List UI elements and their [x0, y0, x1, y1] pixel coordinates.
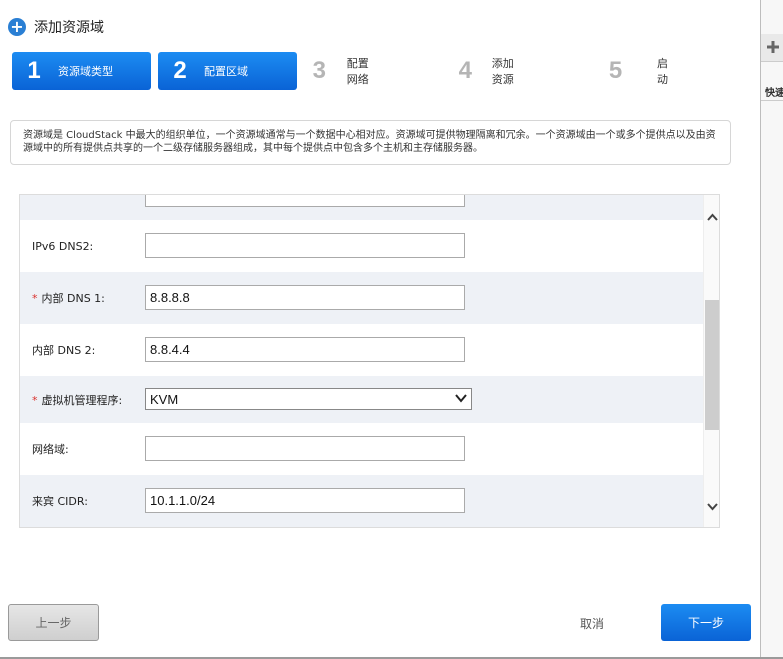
plus-circle-icon: + [8, 18, 26, 36]
step-label: 资源域类型 [58, 65, 113, 78]
ipv6-dns2-input[interactable] [145, 233, 465, 258]
form-row-internal-dns2: 内部 DNS 2: 8.8.4.4 [20, 324, 703, 376]
next-button[interactable]: 下一步 [661, 604, 751, 641]
internal-dns2-input[interactable]: 8.8.4.4 [145, 337, 465, 362]
add-zone-dialog: + 添加资源域 1 资源域类型 2 配置区域 3 配置网络 4 添加资源 5 启… [0, 0, 760, 659]
chevron-down-icon[interactable] [706, 500, 719, 513]
form-row-hypervisor: * 虚拟机管理程序: KVM [20, 376, 703, 423]
zone-description: 资源域是 CloudStack 中最大的组织单位，一个资源域通常与一个数据中心相… [10, 120, 731, 165]
form-row-network-domain: 网络域: [20, 423, 703, 475]
hypervisor-select[interactable]: KVM [145, 388, 472, 410]
hypervisor-label: * 虚拟机管理程序: [32, 393, 123, 407]
guest-cidr-input[interactable]: 10.1.1.0/24 [145, 488, 465, 513]
step-number: 1 [27, 57, 41, 84]
step-label: 配置网络 [346, 57, 369, 86]
internal-dns1-label: * 内部 DNS 1: [32, 292, 105, 305]
step-setup-zone[interactable]: 2 配置区域 [158, 52, 297, 90]
chevron-down-icon [455, 394, 467, 403]
dialog-title: 添加资源域 [34, 20, 104, 36]
step-add-resources: 4 添加资源 [454, 52, 518, 90]
background-side-panel: 快速 [760, 0, 783, 659]
zone-form-panel: IPv6 DNS2: * 内部 DNS 1: 8.8.8.8 内部 DNS 2: … [19, 194, 720, 528]
internal-dns1-input[interactable]: 8.8.8.8 [145, 285, 465, 310]
step-number: 3 [312, 57, 327, 84]
network-domain-input[interactable] [145, 436, 465, 461]
side-panel-label: 快速 [765, 88, 783, 99]
step-label: 添加资源 [491, 57, 514, 86]
step-launch: 5 启动 [600, 52, 675, 90]
partial-input-field[interactable] [145, 195, 465, 207]
form-row-internal-dns1: * 内部 DNS 1: 8.8.8.8 [20, 272, 703, 324]
form-scrollbar[interactable] [703, 195, 719, 527]
internal-dns2-label: 内部 DNS 2: [32, 344, 96, 357]
step-label: 配置区域 [204, 65, 248, 78]
previous-button[interactable]: 上一步 [8, 604, 99, 641]
required-mark: * [32, 393, 38, 407]
form-row-partial [20, 195, 703, 220]
step-setup-network: 3 配置网络 [308, 52, 373, 90]
dialog-titlebar: + 添加资源域 [8, 16, 104, 38]
step-number: 5 [608, 57, 623, 84]
side-panel-divider [761, 100, 783, 101]
network-domain-label: 网络域: [32, 443, 69, 456]
step-number: 4 [458, 57, 473, 84]
scrollbar-thumb[interactable] [705, 300, 719, 430]
step-label: 启动 [657, 57, 669, 86]
step-number: 2 [173, 57, 187, 84]
ipv6-dns2-label: IPv6 DNS2: [32, 239, 94, 253]
cancel-button[interactable]: 取消 [570, 612, 614, 634]
step-zone-type[interactable]: 1 资源域类型 [12, 52, 151, 90]
chevron-up-icon[interactable] [706, 211, 719, 224]
hypervisor-selected-value: KVM [150, 391, 179, 407]
required-mark: * [32, 292, 38, 305]
form-row-guest-cidr: 来宾 CIDR: 10.1.1.0/24 [20, 475, 703, 527]
plus-icon[interactable] [766, 40, 780, 54]
form-row-ipv6-dns2: IPv6 DNS2: [20, 220, 703, 272]
guest-cidr-label: 来宾 CIDR: [32, 495, 88, 508]
